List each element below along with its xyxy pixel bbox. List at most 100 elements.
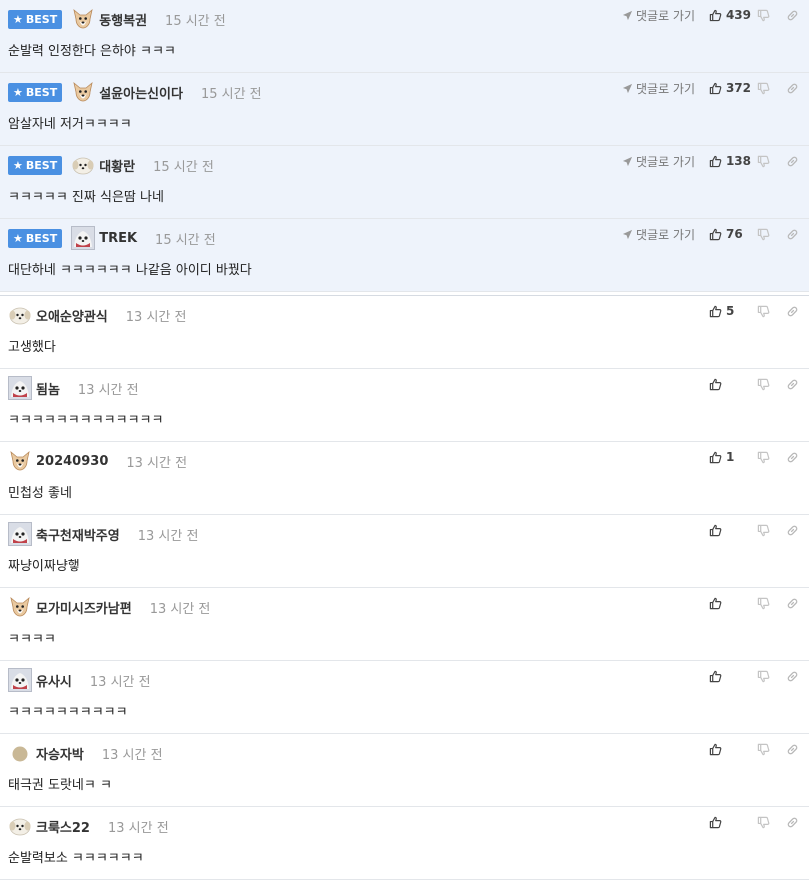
comment-nickname[interactable]: 축구천재박주영 xyxy=(36,525,120,544)
comment-nickname[interactable]: 설윤아는신이다 xyxy=(99,83,183,102)
comment-nickname[interactable]: 동행복권 xyxy=(99,10,147,29)
dislike-button[interactable] xyxy=(757,155,770,168)
link-button[interactable] xyxy=(786,597,799,610)
dislike-button[interactable] xyxy=(757,670,770,683)
comment-actions: 1 xyxy=(709,448,799,466)
circle-avatar[interactable] xyxy=(8,741,32,765)
dog-avatar[interactable] xyxy=(8,595,32,619)
photo-avatar[interactable] xyxy=(8,376,32,400)
goto-comment-link[interactable]: 댓글로 가기 xyxy=(622,153,695,170)
comment-nickname[interactable]: 대황란 xyxy=(99,156,135,175)
link-button[interactable] xyxy=(786,451,799,464)
comment-header: 됨놈 13 시간 전 xyxy=(8,376,139,400)
link-button[interactable] xyxy=(786,743,799,756)
like-button[interactable] xyxy=(709,816,751,829)
comment-text: 순발력보소 ㅋㅋㅋㅋㅋㅋ xyxy=(8,851,144,866)
comment-text: 대단하네 ㅋㅋㅋㅋㅋㅋ 나같음 아이디 바꿨다 xyxy=(8,263,252,278)
like-button[interactable]: 5 xyxy=(709,304,751,318)
comment-time: 13 시간 전 xyxy=(107,820,169,836)
like-count: 372 xyxy=(725,81,751,95)
dislike-button[interactable] xyxy=(757,451,770,464)
goto-comment-link[interactable]: 댓글로 가기 xyxy=(622,226,695,243)
dislike-button[interactable] xyxy=(757,597,770,610)
thumbs-up-icon xyxy=(709,305,722,317)
puppy-avatar[interactable] xyxy=(71,153,95,177)
link-button[interactable] xyxy=(786,82,799,95)
like-button[interactable]: 138 xyxy=(709,154,751,168)
link-button[interactable] xyxy=(786,155,799,168)
dislike-button[interactable] xyxy=(757,82,770,95)
link-button[interactable] xyxy=(786,228,799,241)
like-button[interactable] xyxy=(709,670,751,683)
goto-comment-label: 댓글로 가기 xyxy=(635,8,695,23)
link-icon xyxy=(787,598,798,608)
thumbs-up-icon xyxy=(709,451,722,463)
dog-avatar[interactable] xyxy=(71,80,95,104)
comment-text: ㅋㅋㅋㅋㅋㅋㅋㅋㅋㅋ xyxy=(8,705,128,720)
link-button[interactable] xyxy=(786,816,799,829)
comment-time: 13 시간 전 xyxy=(101,747,163,763)
like-button[interactable] xyxy=(709,524,751,537)
puppy-avatar[interactable] xyxy=(8,303,32,327)
dislike-button[interactable] xyxy=(757,743,770,756)
photo-avatar[interactable] xyxy=(8,522,32,546)
dog-avatar[interactable] xyxy=(8,449,32,473)
comment-time: 13 시간 전 xyxy=(126,455,188,471)
like-button[interactable]: 1 xyxy=(709,450,751,464)
dog-avatar[interactable] xyxy=(71,7,95,31)
link-button[interactable] xyxy=(786,305,799,318)
comment-time: 15 시간 전 xyxy=(165,13,226,29)
comment-nickname[interactable]: 크룩스22 xyxy=(36,817,90,836)
comment-header: 20240930 13 시간 전 xyxy=(8,449,187,473)
comment-header: 모가미시즈카남편 13 시간 전 xyxy=(8,595,210,619)
comment-nickname[interactable]: 자승자박 xyxy=(36,744,84,763)
comment-nickname[interactable]: 유사시 xyxy=(36,671,72,690)
like-button[interactable] xyxy=(709,378,751,391)
like-button[interactable]: 372 xyxy=(709,81,751,95)
dislike-button[interactable] xyxy=(757,816,770,829)
comment-item: 모가미시즈카남편 13 시간 전 ㅋㅋㅋㅋ xyxy=(0,588,809,661)
comment-time: 13 시간 전 xyxy=(77,382,139,398)
goto-comment-link[interactable]: 댓글로 가기 xyxy=(622,7,695,24)
like-button[interactable] xyxy=(709,597,751,610)
dislike-button[interactable] xyxy=(757,524,770,537)
photo-avatar[interactable] xyxy=(71,226,96,250)
dislike-button[interactable] xyxy=(757,228,770,241)
link-button[interactable] xyxy=(786,524,799,537)
like-button[interactable] xyxy=(709,743,751,756)
comment-nickname[interactable]: 오애순양관식 xyxy=(36,306,108,325)
link-icon xyxy=(787,156,798,166)
dislike-button[interactable] xyxy=(757,305,770,318)
comment-actions: 댓글로 가기 372 xyxy=(622,79,799,97)
link-button[interactable] xyxy=(786,378,799,391)
like-button[interactable]: 439 xyxy=(709,8,751,22)
comment-actions xyxy=(709,667,799,685)
send-arrow-icon xyxy=(622,229,633,239)
comment-text: ㅋㅋㅋㅋㅋ 진짜 식은땀 나네 xyxy=(8,190,164,205)
photo-avatar[interactable] xyxy=(8,668,32,692)
link-button[interactable] xyxy=(786,670,799,683)
thumbs-up-icon xyxy=(709,82,722,94)
link-icon xyxy=(787,817,798,827)
link-button[interactable] xyxy=(786,9,799,22)
comment-time: 15 시간 전 xyxy=(155,232,216,248)
comment-nickname[interactable]: 20240930 xyxy=(36,454,108,469)
send-arrow-icon xyxy=(622,156,633,166)
comment-nickname[interactable]: 모가미시즈카남편 xyxy=(36,598,132,617)
best-badge-label: BEST xyxy=(25,231,58,245)
comment-nickname[interactable]: TREK xyxy=(99,231,137,246)
link-icon xyxy=(787,744,798,754)
comment-time: 13 시간 전 xyxy=(125,309,187,325)
like-count: 76 xyxy=(726,227,743,241)
goto-comment-link[interactable]: 댓글로 가기 xyxy=(622,80,695,97)
like-count: 439 xyxy=(725,8,751,22)
link-icon xyxy=(787,452,798,462)
thumbs-up-icon xyxy=(709,743,722,755)
like-button[interactable]: 76 xyxy=(709,227,751,241)
dislike-button[interactable] xyxy=(757,9,770,22)
comment-nickname[interactable]: 됨놈 xyxy=(36,379,60,398)
comment-item: 20240930 13 시간 전 1 민첩성 좋네 xyxy=(0,442,809,515)
dislike-button[interactable] xyxy=(757,378,770,391)
puppy-avatar[interactable] xyxy=(8,814,32,838)
comment-text: ㅋㅋㅋㅋㅋㅋㅋㅋㅋㅋㅋㅋㅋ xyxy=(8,413,164,428)
